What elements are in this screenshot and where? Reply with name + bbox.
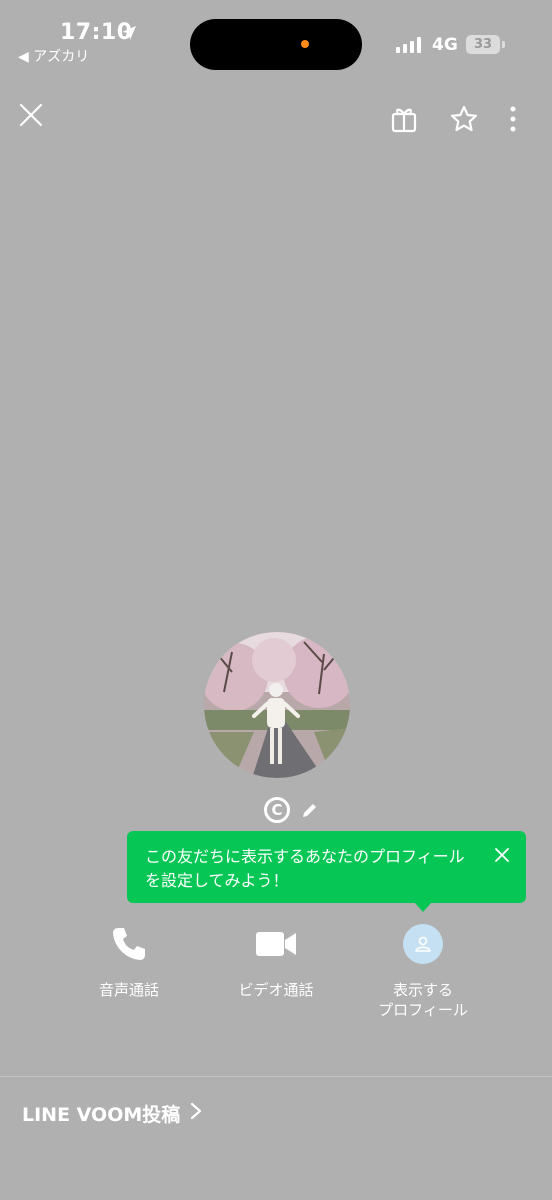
more-vertical-icon [510,106,516,136]
voice-call-label: 音声通話 [98,981,159,999]
signal-bars-icon [396,37,424,57]
display-profile-label: 表示する プロフィール [378,981,468,1019]
video-call-label: ビデオ通話 [238,981,314,999]
more-options-button[interactable] [500,103,526,139]
line-voom-posts-link[interactable]: LINE VOOM投稿 [22,1100,202,1127]
phone-icon [99,922,159,966]
gift-button[interactable] [386,103,422,139]
network-type: 4G [432,35,458,55]
favorite-button[interactable] [446,103,482,139]
back-to-app-link[interactable]: ◀ アズカリ [18,46,89,66]
gift-icon [390,105,418,137]
pencil-icon[interactable] [300,800,320,824]
section-divider [0,1076,552,1077]
battery-level: 33 [466,35,500,54]
profile-avatar[interactable] [204,632,350,778]
copyright-badge-icon: C [264,797,290,823]
person-icon [403,924,443,964]
video-camera-icon [246,922,306,966]
voice-call-button[interactable]: 音声通話 [49,922,209,1000]
privacy-indicator-dot [301,40,309,48]
battery-tip [502,41,505,48]
profile-setup-tooltip: この友だちに表示するあなたのプロフィール を設定してみよう！ [127,831,526,903]
star-icon [449,104,479,138]
tooltip-text: この友だちに表示するあなたのプロフィール を設定してみよう！ [145,847,465,890]
profile-name-row: C [0,796,552,824]
display-profile-button[interactable]: 表示する プロフィール [343,922,503,1020]
tooltip-arrow [414,902,432,912]
chevron-right-icon [180,1102,202,1125]
close-icon [495,845,509,869]
close-icon [18,102,44,132]
voom-link-label: LINE VOOM投稿 [22,1104,181,1126]
location-arrow-icon [120,24,138,46]
tooltip-close-button[interactable] [492,847,512,867]
close-button[interactable] [14,100,48,134]
video-call-button[interactable]: ビデオ通話 [196,922,356,1000]
dynamic-island [190,19,362,70]
